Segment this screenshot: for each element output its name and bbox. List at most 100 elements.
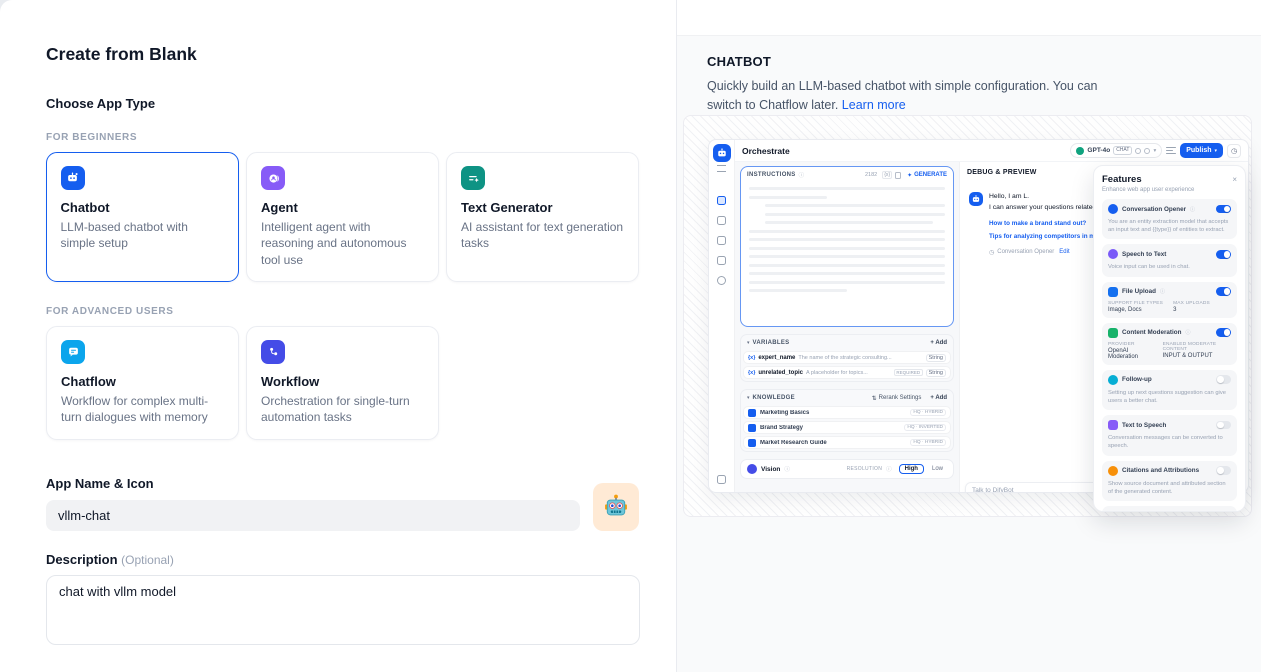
vision-icon bbox=[747, 464, 757, 474]
description-input[interactable]: chat with vllm model bbox=[46, 575, 640, 645]
settings-icon bbox=[1144, 148, 1150, 154]
note-tab-icon bbox=[717, 256, 726, 265]
rerank-icon: ⇅ bbox=[872, 395, 877, 402]
follow-up-icon bbox=[1108, 375, 1118, 385]
workflow-icon bbox=[261, 340, 285, 364]
copy-icon bbox=[895, 172, 901, 179]
features-panel: Features × Enhance web app user experien… bbox=[1093, 165, 1246, 512]
resolution-low-option: Low bbox=[928, 465, 947, 473]
add-knowledge-button: + Add bbox=[930, 395, 947, 401]
feature-speech-to-text: Speech to Text Voice input can be used i… bbox=[1102, 244, 1237, 276]
knowledge-section: ▾ KNOWLEDGE ⇅ Rerank Settings + Add bbox=[740, 389, 954, 452]
card-name: Workflow bbox=[261, 374, 424, 389]
app-icon-picker[interactable] bbox=[593, 483, 639, 531]
feature-file-upload: File Upload ⓘ SUPPORT FILE TYPESImage, D… bbox=[1102, 282, 1237, 318]
card-agent[interactable]: Agent Intelligent agent with reasoning a… bbox=[246, 152, 439, 282]
group-label-advanced: FOR ADVANCED USERS bbox=[46, 306, 639, 317]
dataset-icon bbox=[748, 439, 756, 447]
info-icon: ⓘ bbox=[784, 465, 790, 473]
instructions-panel: INSTRUCTIONS ⓘ 2182 {x} ✦ GENERATE bbox=[740, 166, 954, 327]
info-icon: ⓘ bbox=[1160, 288, 1165, 295]
speech-to-text-icon bbox=[1108, 249, 1118, 259]
retrieval-badge: HQ · HYBRID bbox=[910, 439, 946, 446]
temperature-icon bbox=[1135, 148, 1141, 154]
chevron-down-icon: ▾ bbox=[1214, 148, 1217, 154]
sparkle-icon: ✦ bbox=[907, 172, 912, 179]
conversation-opener-icon bbox=[1108, 204, 1118, 214]
instructions-label: INSTRUCTIONS bbox=[747, 172, 796, 178]
app-avatar-icon bbox=[713, 144, 731, 162]
device-icon bbox=[717, 475, 726, 484]
insert-variable-icon: {x} bbox=[882, 171, 892, 179]
required-badge: REQUIRED bbox=[894, 369, 923, 376]
feature-content-moderation: Content Moderation ⓘ PROVIDEROpenAI Mode… bbox=[1102, 323, 1237, 365]
app-name-input[interactable] bbox=[46, 500, 580, 531]
app-type-heading: CHATBOT bbox=[707, 54, 1237, 69]
card-chatbot[interactable]: Chatbot LLM-based chatbot with simple se… bbox=[46, 152, 239, 282]
preview-sidebar bbox=[709, 140, 735, 492]
card-name: Chatflow bbox=[61, 374, 224, 389]
image-tab-icon bbox=[717, 216, 726, 225]
chatbot-preview-image: Orchestrate GPT-4o CHAT ▾ Publish ▾ bbox=[683, 115, 1252, 517]
char-count: 2182 bbox=[865, 172, 877, 178]
doc-tab-icon bbox=[717, 236, 726, 245]
app-name-label: App Name & Icon bbox=[46, 476, 580, 491]
knowledge-row: Market Research Guide HQ · HYBRID bbox=[743, 436, 951, 449]
toggle-off bbox=[1216, 466, 1231, 475]
variable-icon: {x} bbox=[748, 355, 755, 361]
app-type-description: Quickly build an LLM-based chatbot with … bbox=[707, 77, 1117, 116]
feature-text-to-speech: Text to Speech Conversation messages can… bbox=[1102, 415, 1237, 455]
generate-button: ✦ GENERATE bbox=[907, 172, 947, 179]
edit-link: Edit bbox=[1059, 249, 1069, 255]
beginner-cards: Chatbot LLM-based chatbot with simple se… bbox=[46, 152, 639, 282]
variable-icon: {x} bbox=[748, 370, 755, 376]
card-desc: AI assistant for text generation tasks bbox=[461, 219, 624, 252]
model-name: GPT-4o bbox=[1087, 147, 1110, 154]
model-mode-badge: CHAT bbox=[1113, 146, 1132, 155]
group-label-beginners: FOR BEGINNERS bbox=[46, 132, 639, 143]
info-icon: ⓘ bbox=[1190, 206, 1195, 213]
robot-emoji-icon bbox=[602, 493, 630, 521]
opener-icon: ◷ bbox=[989, 249, 994, 256]
toggle-on bbox=[1216, 287, 1231, 296]
feature-follow-up: Follow-up Setting up next questions sugg… bbox=[1102, 370, 1237, 410]
globe-tab-icon bbox=[717, 276, 726, 285]
info-icon: ⓘ bbox=[886, 465, 892, 473]
app-name-row: App Name & Icon bbox=[46, 476, 639, 531]
toggle-on bbox=[1216, 328, 1231, 337]
card-chatflow[interactable]: Chatflow Workflow for complex multi-turn… bbox=[46, 326, 239, 440]
add-variable-button: + Add bbox=[930, 340, 947, 346]
variables-section: ▾ VARIABLES + Add {x} expert_name The na… bbox=[740, 334, 954, 382]
feature-citations: Citations and Attributions Show source d… bbox=[1102, 461, 1237, 501]
prompt-tab-icon bbox=[717, 196, 726, 205]
card-name: Text Generator bbox=[461, 200, 624, 215]
card-desc: Workflow for complex multi-turn dialogue… bbox=[61, 393, 224, 426]
card-text-generator[interactable]: Text Generator AI assistant for text gen… bbox=[446, 152, 639, 282]
citations-icon bbox=[1108, 466, 1118, 476]
feature-annotation-reply: Annotation Reply bbox=[1102, 506, 1237, 512]
toggle-on bbox=[1216, 250, 1231, 259]
info-icon: ⓘ bbox=[1185, 329, 1190, 336]
variable-row: {x} expert_name The name of the strategi… bbox=[743, 351, 951, 364]
variable-row: {x} unrelated_topic A placeholder for to… bbox=[743, 366, 951, 379]
dataset-icon bbox=[748, 424, 756, 432]
knowledge-row: Brand Strategy HQ · INVERTED bbox=[743, 421, 951, 434]
card-desc: LLM-based chatbot with simple setup bbox=[61, 219, 225, 252]
chevron-down-icon: ▾ bbox=[1153, 148, 1156, 154]
annotation-reply-icon bbox=[1108, 511, 1118, 512]
chatflow-icon bbox=[61, 340, 85, 364]
advanced-cards: Chatflow Workflow for complex multi-turn… bbox=[46, 326, 639, 440]
learn-more-link[interactable]: Learn more bbox=[842, 98, 906, 112]
optional-hint: (Optional) bbox=[121, 553, 174, 567]
model-selector: GPT-4o CHAT ▾ bbox=[1070, 143, 1162, 158]
description-label: Description (Optional) bbox=[46, 552, 639, 567]
page-title: Create from Blank bbox=[46, 44, 639, 65]
card-desc: Intelligent agent with reasoning and aut… bbox=[261, 219, 424, 268]
chatbot-icon bbox=[61, 166, 85, 190]
card-desc: Orchestration for single-turn automation… bbox=[261, 393, 424, 426]
retrieval-badge: HQ · HYBRID bbox=[910, 409, 946, 416]
card-workflow[interactable]: Workflow Orchestration for single-turn a… bbox=[246, 326, 439, 440]
bot-avatar-icon bbox=[969, 192, 983, 206]
publish-button: Publish ▾ bbox=[1180, 143, 1223, 158]
dataset-icon bbox=[748, 409, 756, 417]
